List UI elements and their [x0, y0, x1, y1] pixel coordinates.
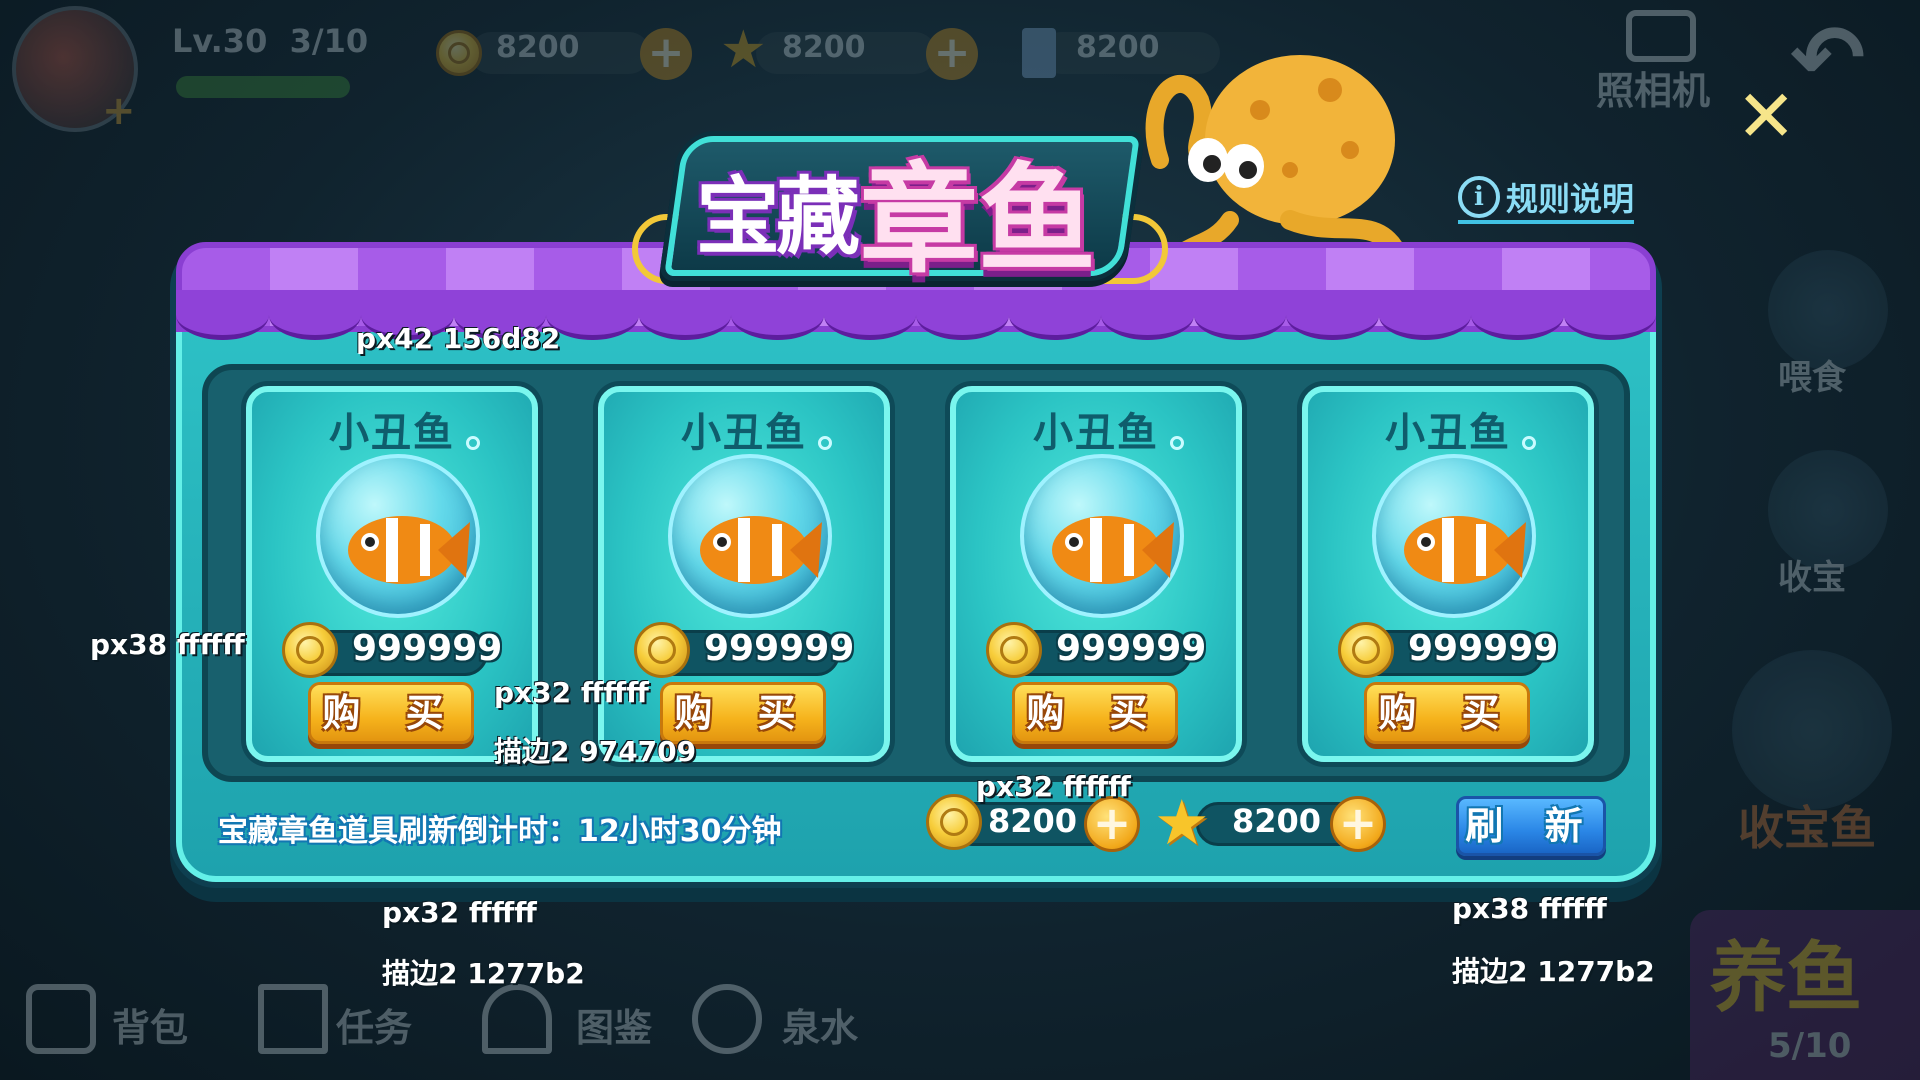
coin-icon: [436, 30, 482, 76]
coin-balance-value: 8200: [988, 802, 1078, 840]
avatar-add-icon[interactable]: +: [102, 88, 136, 134]
atlas-label[interactable]: 图鉴: [576, 997, 652, 1052]
item-bubble: [1020, 454, 1184, 618]
item-name: 小丑鱼: [1033, 410, 1159, 456]
annotation-note: px32 ffffff: [382, 896, 537, 929]
spring-label[interactable]: 泉水: [782, 997, 858, 1052]
level-label: Lv.30: [172, 22, 268, 60]
star-icon: ★: [720, 20, 767, 80]
annotation-note: px42 156d82: [356, 322, 561, 355]
buy-button[interactable]: 购 买: [1012, 682, 1178, 744]
task-label[interactable]: 任务: [336, 997, 412, 1052]
coin-icon: [282, 622, 338, 678]
collect-fish-button[interactable]: [1732, 650, 1892, 810]
milk-carton-icon: [1022, 28, 1056, 78]
annotation-note: px32 ffffff: [494, 676, 649, 709]
item-name: 小丑鱼: [329, 410, 455, 456]
refresh-button[interactable]: 刷 新: [1456, 796, 1606, 856]
task-icon[interactable]: [258, 984, 328, 1054]
item-name: 小丑鱼: [1385, 410, 1511, 456]
clownfish-icon: [1404, 516, 1526, 584]
close-button[interactable]: ✕: [1736, 80, 1796, 152]
camera-label: 照相机: [1596, 69, 1711, 113]
bag-icon[interactable]: [26, 984, 96, 1054]
refresh-countdown-text: 宝藏章鱼道具刷新倒计时：12小时30分钟: [218, 814, 782, 849]
annotation-note: 描边2 974709: [494, 735, 697, 768]
level-text: Lv.30 3/10: [172, 22, 368, 60]
clownfish-icon: [700, 516, 822, 584]
raise-fish-label: 养鱼: [1710, 933, 1862, 1022]
annotation-note: px38 ffffff: [1452, 892, 1607, 925]
coin-icon: [634, 622, 690, 678]
raise-fish-count: 5/10: [1768, 1026, 1852, 1066]
spring-icon[interactable]: [692, 984, 762, 1054]
popup-title-part2: 章鱼: [860, 151, 1097, 289]
annotation-note: px38 ffffff: [90, 628, 245, 661]
shop-item-card: 小丑鱼 999999 购 买: [950, 386, 1242, 762]
feed-label: 喂食: [1778, 358, 1846, 398]
item-bubble: [668, 454, 832, 618]
clownfish-icon: [348, 516, 470, 584]
item-price: 999999: [1056, 628, 1207, 669]
item-name: 小丑鱼: [681, 410, 807, 456]
item-bubble: [1372, 454, 1536, 618]
bag-label[interactable]: 背包: [112, 997, 188, 1052]
annotation-note: 描边2 1277b2: [382, 957, 585, 990]
popup-title-part1: 宝藏: [696, 168, 860, 266]
collect-fish-label: 收宝鱼: [1738, 801, 1876, 855]
buy-button[interactable]: 购 买: [1364, 682, 1530, 744]
coin-add-button[interactable]: +: [640, 28, 692, 80]
coin-icon: [1338, 622, 1394, 678]
back-icon[interactable]: ↶: [1790, 14, 1865, 104]
star-resource-value: 8200: [782, 30, 866, 65]
atlas-icon[interactable]: [482, 984, 552, 1054]
item-price: 999999: [1408, 628, 1559, 669]
rules-label: 规则说明: [1506, 180, 1635, 218]
annotation-note: px32 ffffff: [976, 770, 1131, 803]
item-price: 999999: [352, 628, 503, 669]
coin-icon: [926, 794, 982, 850]
star-balance-value: 8200: [1232, 802, 1322, 840]
buy-button[interactable]: 购 买: [308, 682, 474, 744]
collect-label: 收宝: [1778, 558, 1846, 598]
rules-button[interactable]: i 规则说明: [1458, 176, 1635, 224]
item-bubble: [316, 454, 480, 618]
camera-icon[interactable]: [1626, 10, 1696, 62]
annotation-note: 描边2 1277b2: [1452, 955, 1655, 988]
star-add-button[interactable]: +: [926, 28, 978, 80]
clownfish-icon: [1052, 516, 1174, 584]
item-price: 999999: [704, 628, 855, 669]
level-progress: 3/10: [289, 22, 369, 60]
star-icon: ★: [1154, 786, 1210, 859]
star-add-button[interactable]: +: [1330, 796, 1386, 852]
coin-icon: [986, 622, 1042, 678]
level-progress-bar: [176, 76, 350, 98]
shop-item-card: 小丑鱼 999999 购 买: [1302, 386, 1594, 762]
coin-add-button[interactable]: +: [1084, 796, 1140, 852]
info-icon: i: [1458, 176, 1500, 218]
coin-resource-value: 8200: [496, 30, 580, 65]
